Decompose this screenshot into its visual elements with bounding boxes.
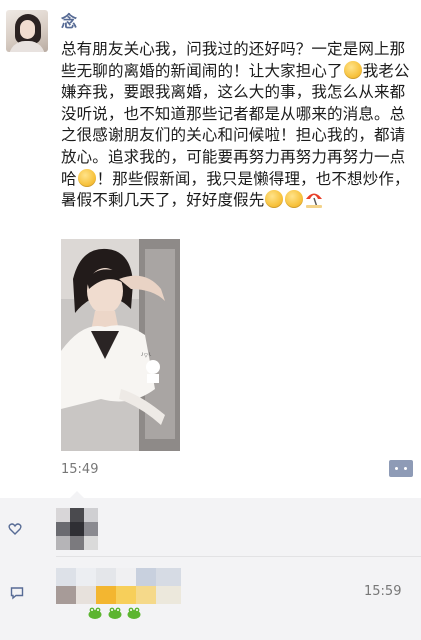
more-options-button[interactable] <box>389 460 413 477</box>
selfie-photo-icon: ╯▽╰ <box>61 239 180 451</box>
comment-pointer <box>70 491 84 498</box>
heart-icon <box>8 523 22 535</box>
commenter-name-blurred[interactable] <box>56 568 181 604</box>
post-photo[interactable]: ╯▽╰ <box>61 239 180 451</box>
frog-emoji-icon <box>108 607 122 619</box>
post-text-part-3: ！那些假新闻，我只是懒得理，也不想炒作，暑假不剩几天了，好好度假先 <box>61 169 410 210</box>
post-time: 15:49 <box>61 462 99 477</box>
relieved-face-emoji-icon <box>343 60 362 79</box>
thinking-face-emoji-icon <box>77 168 96 187</box>
more-dot-icon <box>404 467 407 470</box>
grimace-face-emoji-icon <box>285 190 304 209</box>
more-dot-icon <box>395 467 398 470</box>
comment-divider <box>56 556 421 557</box>
frog-emoji-icon <box>88 607 102 619</box>
comment-section: 15:59 <box>0 491 421 640</box>
liker-avatar-blurred[interactable] <box>56 508 98 550</box>
comment-time: 15:59 <box>364 584 402 599</box>
frog-emoji-icon <box>127 607 141 619</box>
post-text: 总有朋友关心我，问我过的还好吗？一定是网上那些无聊的离婚的新闻闹的！让大家担心了… <box>61 39 411 212</box>
svg-text:╯▽╰: ╯▽╰ <box>140 352 152 359</box>
author-name[interactable]: 念 <box>61 12 77 32</box>
avatar-shoulder <box>9 41 45 52</box>
comment-icon <box>10 587 24 600</box>
avatar[interactable] <box>6 10 48 52</box>
avatar-face <box>20 20 35 39</box>
grimace-face-emoji-icon <box>265 190 284 209</box>
beach-umbrella-emoji-icon <box>306 193 323 209</box>
